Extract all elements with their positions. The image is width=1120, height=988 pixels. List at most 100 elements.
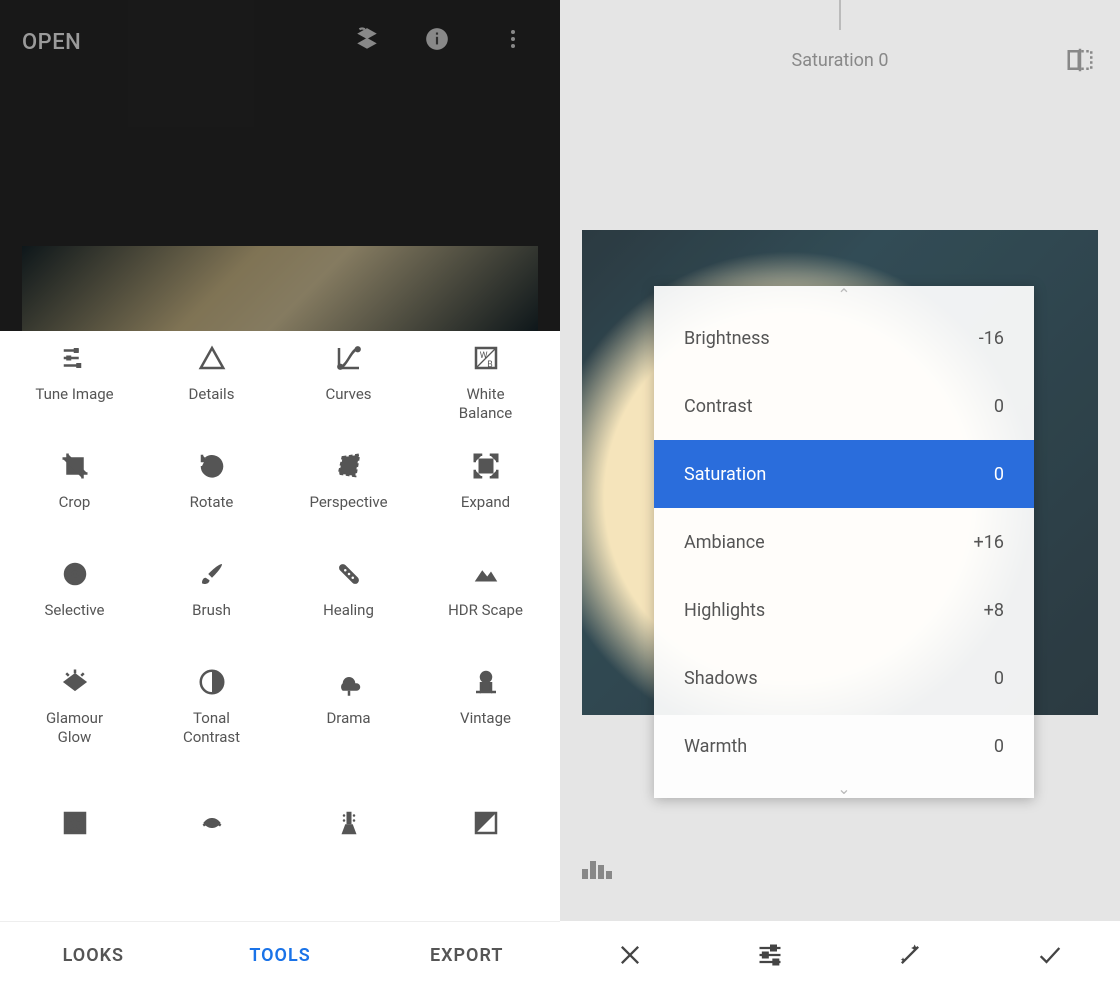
hdr-scape-icon bbox=[469, 557, 503, 591]
expand-icon bbox=[469, 449, 503, 483]
tool-grunge[interactable]: Grunge bbox=[280, 806, 417, 850]
adjust-name: Warmth bbox=[684, 736, 747, 757]
tool-label: Expand bbox=[461, 493, 510, 531]
adjust-value: +16 bbox=[974, 532, 1004, 553]
tool-label: Glamour Glow bbox=[46, 709, 103, 747]
adjust-row-warmth[interactable]: Warmth 0 bbox=[654, 712, 1034, 780]
adjust-value: -16 bbox=[979, 328, 1004, 349]
slider-center-tick bbox=[839, 0, 841, 30]
histogram-icon[interactable] bbox=[582, 855, 616, 879]
tool-tune-image[interactable]: Tune Image bbox=[6, 341, 143, 423]
crop-icon bbox=[58, 449, 92, 483]
adjustment-picker[interactable]: ⌃ Brightness-16Contrast0Saturation0Ambia… bbox=[654, 286, 1034, 798]
tool-white-balance[interactable]: WB White Balance bbox=[417, 341, 554, 423]
apply-button[interactable] bbox=[980, 921, 1120, 988]
tool-rotate[interactable]: Rotate bbox=[143, 449, 280, 531]
tool-label: Tune Image bbox=[35, 385, 113, 423]
tool-label: Crop bbox=[59, 493, 91, 531]
adjust-row-highlights[interactable]: Highlights +8 bbox=[654, 576, 1034, 644]
tool-details[interactable]: Details bbox=[143, 341, 280, 423]
tools-row-partial: Grainy FilmRetroluxGrungeBlack & White bbox=[0, 794, 560, 854]
adjust-name: Ambiance bbox=[684, 532, 765, 553]
tools-screen: OPEN Tune Image Details Curves WB White Bala… bbox=[0, 0, 560, 988]
tool-label: Healing bbox=[323, 601, 374, 639]
tool-curves[interactable]: Curves bbox=[280, 341, 417, 423]
tab-tools[interactable]: TOOLS bbox=[187, 922, 374, 988]
vintage-icon bbox=[469, 665, 503, 699]
tool-label: Curves bbox=[325, 385, 371, 423]
dim-overlay bbox=[0, 0, 560, 331]
tool-brush[interactable]: Brush bbox=[143, 557, 280, 639]
tonal-contrast-icon bbox=[195, 665, 229, 699]
perspective-icon bbox=[332, 449, 366, 483]
adjust-name: Shadows bbox=[684, 668, 758, 689]
adjust-value: 0 bbox=[994, 736, 1004, 757]
grunge-icon bbox=[332, 806, 366, 840]
open-button[interactable]: OPEN bbox=[22, 30, 81, 55]
tool-label: HDR Scape bbox=[448, 601, 523, 639]
adjust-row-contrast[interactable]: Contrast0 bbox=[654, 372, 1034, 440]
sliders-icon[interactable] bbox=[700, 921, 840, 988]
details-icon bbox=[195, 341, 229, 375]
tool-retrolux[interactable]: Retrolux bbox=[143, 806, 280, 850]
more-icon[interactable] bbox=[496, 22, 530, 56]
tool-label: Rotate bbox=[190, 493, 234, 531]
tool-label: Details bbox=[189, 385, 235, 423]
drama-icon bbox=[332, 665, 366, 699]
rotate-icon bbox=[195, 449, 229, 483]
adjust-name: Brightness bbox=[684, 328, 770, 349]
tune-image-icon bbox=[58, 341, 92, 375]
bw-icon bbox=[469, 806, 503, 840]
info-icon[interactable] bbox=[420, 22, 454, 56]
glamour-glow-icon bbox=[58, 665, 92, 699]
grainy-film-icon bbox=[58, 806, 92, 840]
healing-icon bbox=[332, 557, 366, 591]
cancel-button[interactable] bbox=[560, 921, 700, 988]
bottom-tabs: LOOKS TOOLS EXPORT bbox=[0, 921, 560, 988]
chevron-down-icon: ⌄ bbox=[654, 780, 1034, 798]
tool-perspective[interactable]: Perspective bbox=[280, 449, 417, 531]
tool-crop[interactable]: Crop bbox=[6, 449, 143, 531]
tune-image-screen: Saturation 0 ⌃ Brightness-16Contrast0Sat… bbox=[560, 0, 1120, 988]
tool-tonal-contrast[interactable]: Tonal Contrast bbox=[143, 665, 280, 747]
adjust-name: Saturation bbox=[684, 464, 766, 485]
tool-hdr-scape[interactable]: HDR Scape bbox=[417, 557, 554, 639]
tool-glamour-glow[interactable]: Glamour Glow bbox=[6, 665, 143, 747]
adjust-row-ambiance[interactable]: Ambiance +16 bbox=[654, 508, 1034, 576]
edit-stack-icon[interactable] bbox=[350, 22, 384, 56]
current-adjustment-label: Saturation 0 bbox=[560, 50, 1120, 71]
tool-label: White Balance bbox=[459, 385, 512, 423]
adjust-name: Contrast bbox=[684, 396, 753, 417]
compare-icon[interactable] bbox=[1060, 40, 1100, 80]
adjust-row-brightness[interactable]: Brightness -16 bbox=[654, 304, 1034, 372]
tool-grainy-film[interactable]: Grainy Film bbox=[6, 806, 143, 850]
tool-selective[interactable]: Selective bbox=[6, 557, 143, 639]
retrolux-icon bbox=[195, 806, 229, 840]
auto-adjust-icon[interactable] bbox=[840, 921, 980, 988]
tool-label: Drama bbox=[326, 709, 370, 747]
tool-label: Perspective bbox=[309, 493, 387, 531]
adjust-row-saturation[interactable]: Saturation 0 bbox=[654, 440, 1034, 508]
curves-icon bbox=[332, 341, 366, 375]
adjust-value: 0 bbox=[994, 668, 1004, 689]
tool-drama[interactable]: Drama bbox=[280, 665, 417, 747]
tab-export[interactable]: EXPORT bbox=[373, 922, 560, 988]
selective-icon bbox=[58, 557, 92, 591]
tool-bw[interactable]: Black & White bbox=[417, 806, 554, 850]
tool-label: Brush bbox=[192, 601, 231, 639]
tool-label: Selective bbox=[45, 601, 105, 639]
tab-looks[interactable]: LOOKS bbox=[0, 922, 187, 988]
edit-bottom-bar bbox=[560, 921, 1120, 988]
tool-label: Tonal Contrast bbox=[183, 709, 240, 747]
tool-vintage[interactable]: Vintage bbox=[417, 665, 554, 747]
adjust-row-shadows[interactable]: Shadows 0 bbox=[654, 644, 1034, 712]
adjust-value: +8 bbox=[984, 600, 1004, 621]
adjust-name: Highlights bbox=[684, 600, 765, 621]
tool-label: Vintage bbox=[460, 709, 511, 747]
tool-expand[interactable]: Expand bbox=[417, 449, 554, 531]
tool-healing[interactable]: Healing bbox=[280, 557, 417, 639]
chevron-up-icon: ⌃ bbox=[654, 286, 1034, 304]
white-balance-icon: WB bbox=[469, 341, 503, 375]
svg-text:B: B bbox=[487, 360, 492, 370]
adjust-value: 0 bbox=[994, 464, 1004, 485]
